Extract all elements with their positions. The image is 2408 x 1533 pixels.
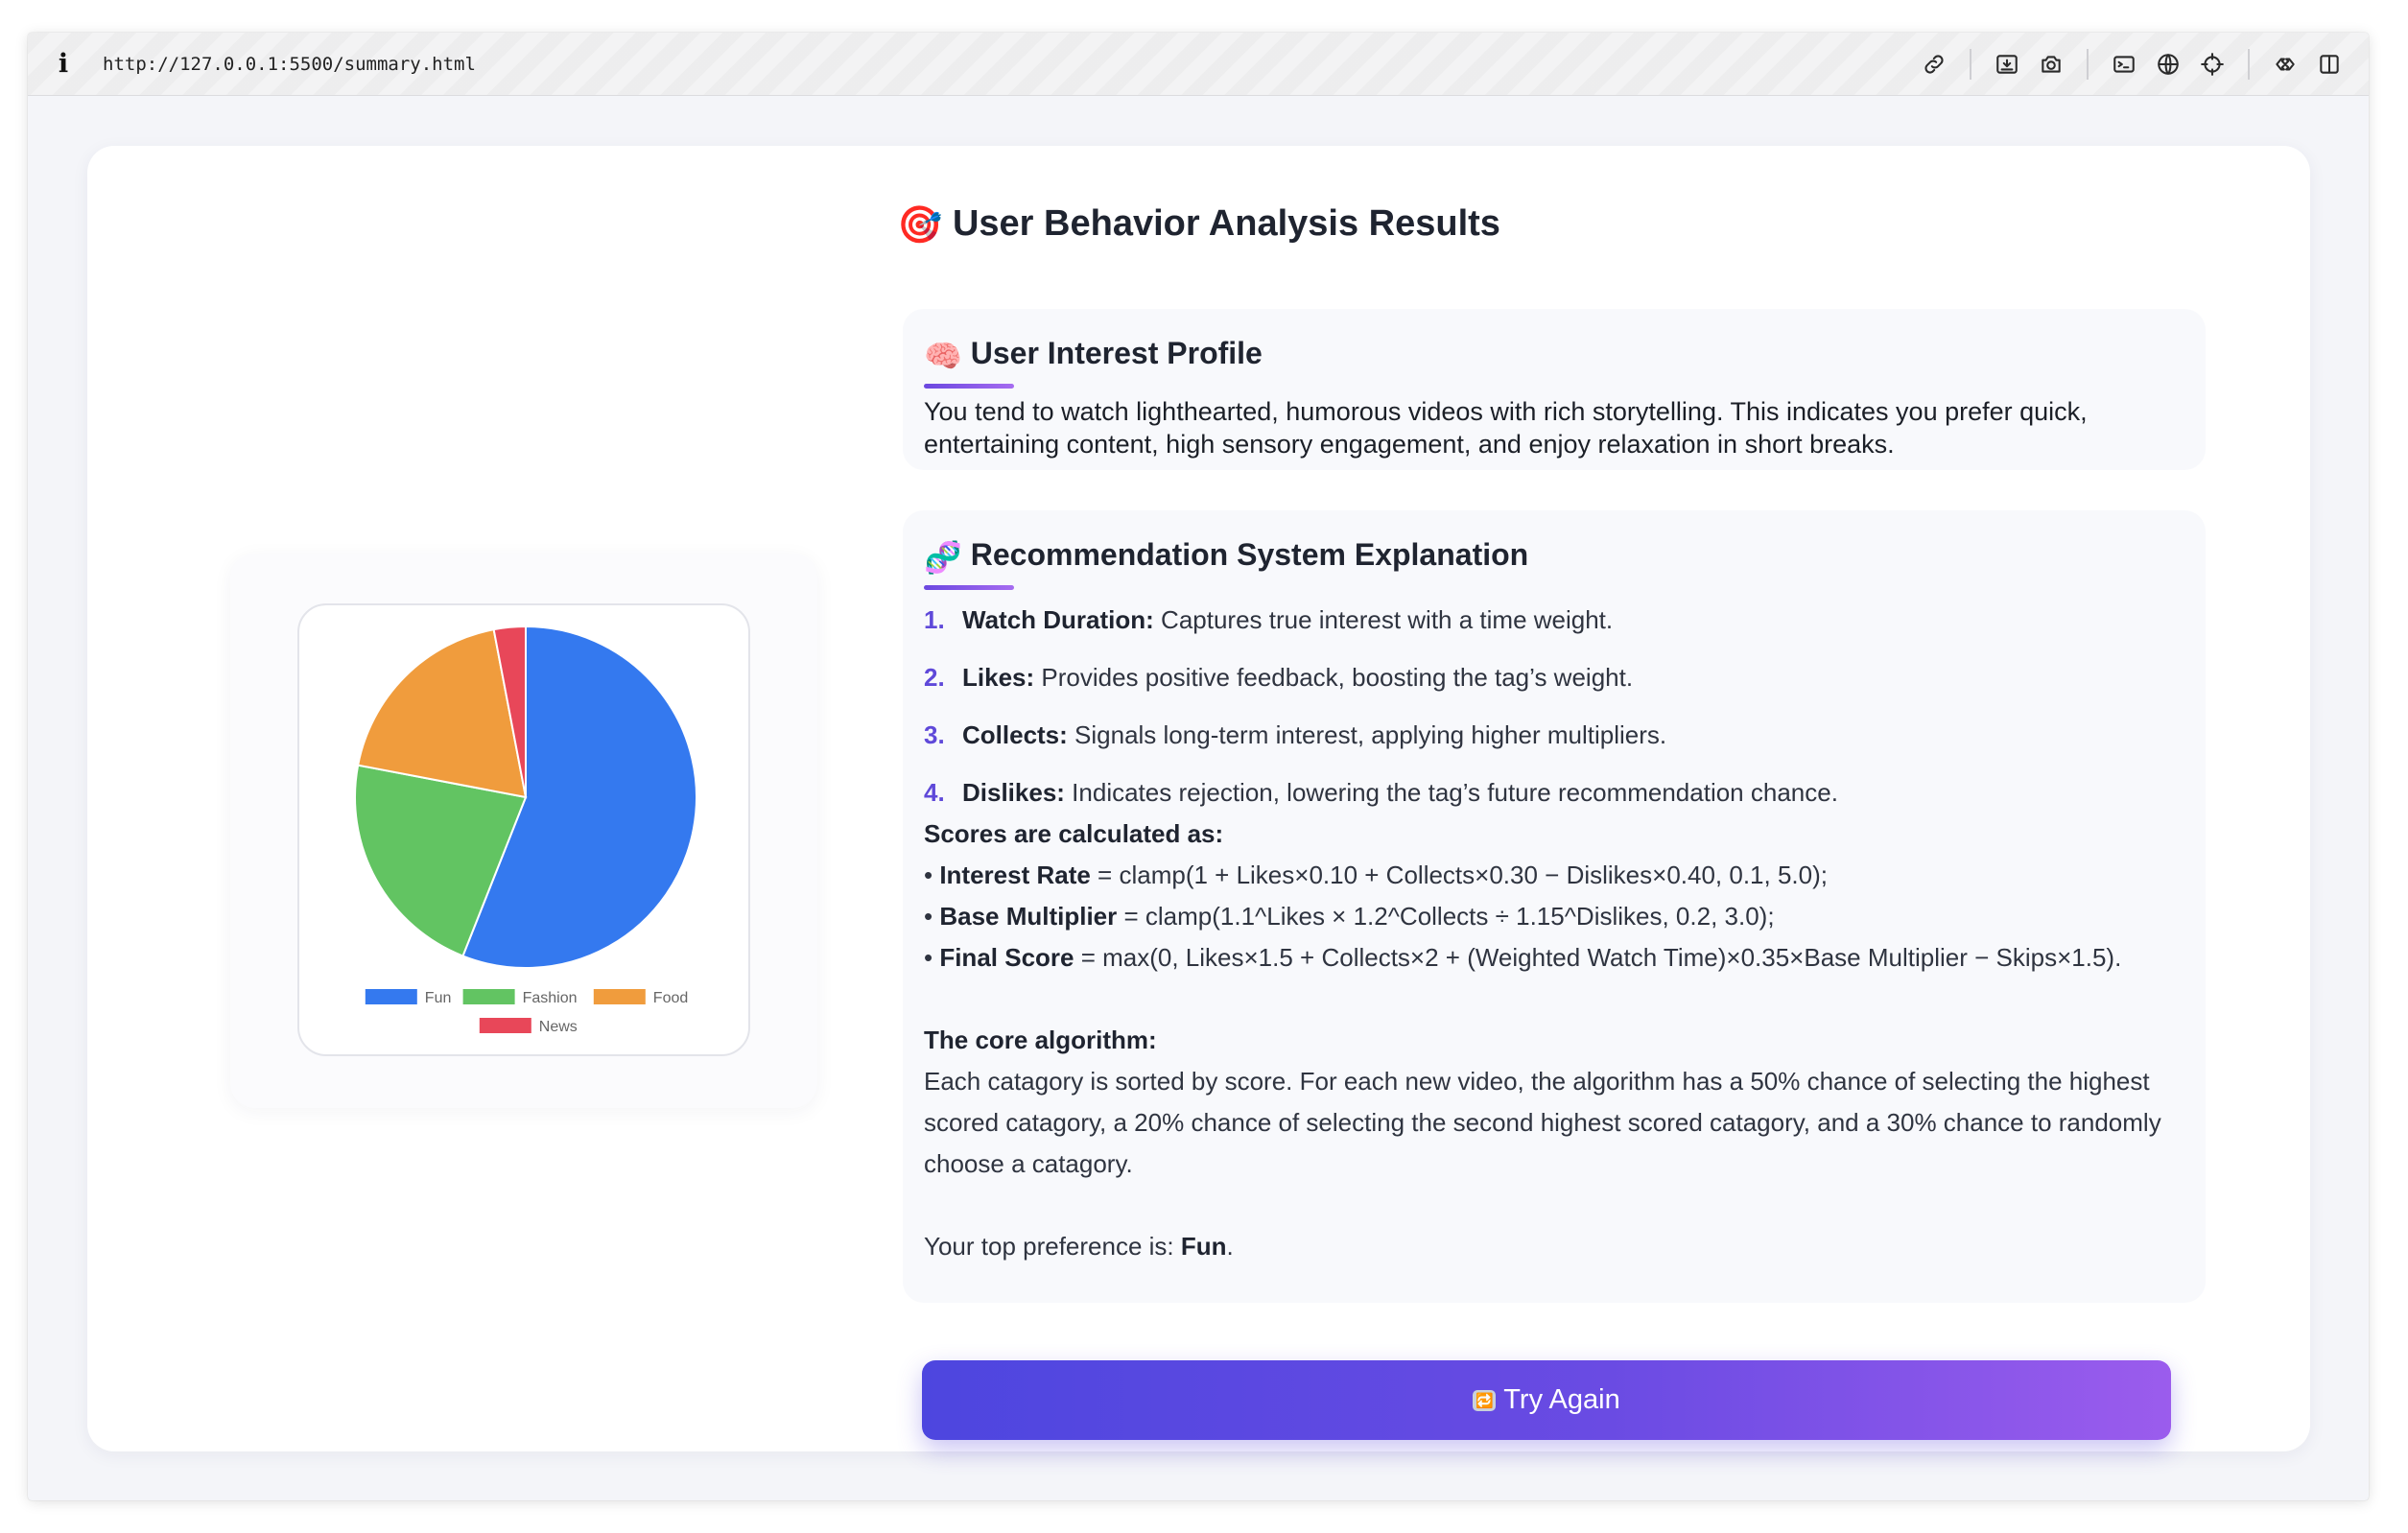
item-number: 4.: [924, 778, 945, 807]
target-icon: 🎯: [897, 204, 943, 246]
list-item: 1. Watch Duration: Captures true interest…: [924, 591, 2190, 649]
bullet: •: [924, 943, 940, 972]
heading-underline: [924, 585, 1014, 590]
browser-toolbar: i http://127.0.0.1:5500/summary.html: [28, 33, 2369, 96]
list-item: 2. Likes: Provides positive feedback, boo…: [924, 649, 2190, 706]
toolbar-divider: [2248, 49, 2250, 80]
page-title: 🎯 User Behavior Analysis Results: [87, 203, 2310, 247]
results-card: 🎯 User Behavior Analysis Results Fun Fash…: [87, 146, 2310, 1451]
legend-label-food[interactable]: Food: [653, 990, 688, 1006]
try-again-label: Try Again: [1503, 1384, 1620, 1415]
info-icon[interactable]: i: [41, 49, 85, 79]
item-text: Indicates rejection, lowering the tag’s …: [1064, 778, 1838, 807]
brain-icon: 🧠: [924, 338, 962, 373]
top-preference-label: Your top preference is:: [924, 1232, 1181, 1261]
address-bar[interactable]: http://127.0.0.1:5500/summary.html: [103, 54, 476, 75]
bullet: •: [924, 902, 940, 931]
factor-list: 1. Watch Duration: Captures true interest…: [924, 591, 2190, 821]
download-icon[interactable]: [1985, 42, 2029, 86]
top-preference: Your top preference is: Fun.: [924, 1226, 2200, 1267]
try-again-button[interactable]: 🔁 Try Again: [922, 1360, 2171, 1440]
heading-underline: [924, 384, 1014, 389]
repeat-icon: 🔁: [1473, 1389, 1497, 1411]
page-title-text: User Behavior Analysis Results: [952, 203, 1500, 244]
formula-label: Interest Rate: [939, 861, 1091, 889]
legend-swatch-fun[interactable]: [365, 989, 417, 1004]
camera-icon[interactable]: [2029, 42, 2073, 86]
item-number: 3.: [924, 720, 945, 749]
chart-panel: Fun Fashion Food News: [230, 554, 817, 1108]
scores-heading: Scores are calculated as:: [924, 819, 1224, 848]
toolbar-divider: [1970, 49, 1971, 80]
legend-label-news[interactable]: News: [539, 1019, 578, 1035]
item-text: Captures true interest with a time weigh…: [1153, 605, 1614, 634]
pie-chart: Fun Fashion Food News: [354, 625, 697, 1035]
globe-icon[interactable]: [2146, 42, 2190, 86]
formula-label: Base Multiplier: [939, 902, 1118, 931]
legend-swatch-food[interactable]: [593, 989, 646, 1004]
formula-text: = max(0, Likes×1.5 + Collects×2 + (Weigh…: [1074, 943, 2122, 972]
legend-label-fun[interactable]: Fun: [425, 990, 452, 1006]
formula-line: • Final Score = max(0, Likes×1.5 + Colle…: [924, 937, 2200, 979]
item-label: Watch Duration:: [962, 605, 1154, 634]
explanation-heading-text: Recommendation System Explanation: [970, 537, 1529, 572]
formula-text: = clamp(1 + Likes×0.10 + Collects×0.30 −…: [1090, 861, 1828, 889]
item-text: Provides positive feedback, boosting the…: [1034, 663, 1634, 692]
item-text: Signals long-term interest, applying hig…: [1067, 720, 1667, 749]
profile-heading: 🧠 User Interest Profile: [924, 336, 1263, 374]
dna-icon: 🧬: [924, 539, 962, 575]
list-item: 4. Dislikes: Indicates rejection, lowerin…: [924, 764, 2190, 821]
top-preference-suffix: .: [1226, 1232, 1234, 1261]
crosshair-icon[interactable]: [2190, 42, 2234, 86]
item-number: 2.: [924, 663, 945, 692]
formula-label: Final Score: [939, 943, 1074, 972]
sidebar-icon[interactable]: [2307, 42, 2351, 86]
toolbar-actions: [1912, 33, 2351, 96]
interest-profile-section: 🧠 User Interest Profile You tend to watc…: [903, 309, 2206, 470]
profile-heading-text: User Interest Profile: [970, 336, 1263, 370]
legend-swatch-news[interactable]: [479, 1018, 531, 1033]
explanation-section: 🧬 Recommendation System Explanation 1. Wa…: [903, 510, 2206, 1303]
score-formulas: Scores are calculated as: • Interest Rat…: [924, 814, 2200, 1267]
formula-line: • Base Multiplier = clamp(1.1^Likes × 1.…: [924, 896, 2200, 937]
core-algorithm-text: Each catagory is sorted by score. For ea…: [924, 1067, 2161, 1178]
top-preference-value: Fun: [1180, 1232, 1227, 1261]
legend-label-fashion[interactable]: Fashion: [523, 990, 578, 1006]
browser-window: i http://127.0.0.1:5500/summary.html 🎯 U…: [28, 33, 2369, 1500]
legend-swatch-fashion[interactable]: [462, 989, 515, 1004]
profile-description: You tend to watch lighthearted, humorous…: [924, 397, 2088, 459]
formula-text: = clamp(1.1^Likes × 1.2^Collects ÷ 1.15^…: [1117, 902, 1775, 931]
extensions-icon[interactable]: [2263, 42, 2307, 86]
formula-line: • Interest Rate = clamp(1 + Likes×0.10 +…: [924, 855, 2200, 896]
bullet: •: [924, 861, 940, 889]
link-icon[interactable]: [1912, 42, 1956, 86]
item-label: Collects:: [962, 720, 1068, 749]
item-number: 1.: [924, 605, 945, 634]
explanation-heading: 🧬 Recommendation System Explanation: [924, 537, 1528, 576]
item-label: Dislikes:: [962, 778, 1065, 807]
toolbar-divider: [2087, 49, 2089, 80]
terminal-icon[interactable]: [2102, 42, 2146, 86]
item-label: Likes:: [962, 663, 1035, 692]
core-algorithm-heading: The core algorithm:: [924, 1026, 1157, 1054]
list-item: 3. Collects: Signals long-term interest, …: [924, 706, 2190, 764]
pie-chart-container: Fun Fashion Food News: [297, 603, 750, 1056]
